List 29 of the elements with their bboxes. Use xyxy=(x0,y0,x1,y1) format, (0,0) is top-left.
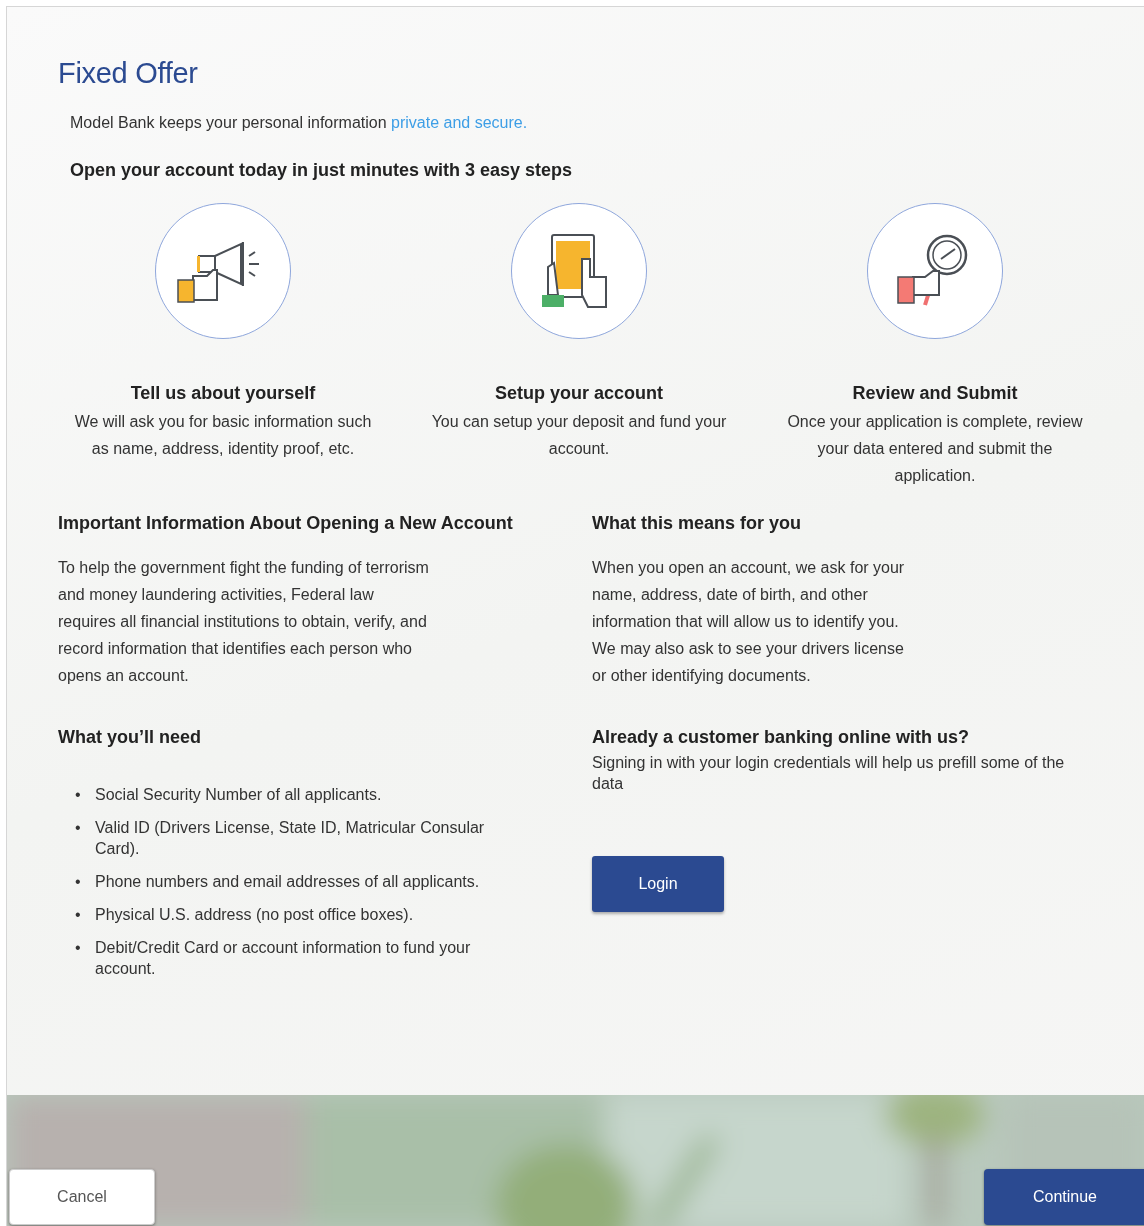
bullet-marker: • xyxy=(75,872,82,892)
requirement-item: Physical U.S. address (no post office boxes). xyxy=(95,905,415,925)
continue-button[interactable]: Continue xyxy=(984,1169,1144,1225)
step-description: We will ask you for basic information such as name, address, identity proof, etc. xyxy=(73,412,373,459)
steps-heading: Open your account today in just minutes with 3 easy steps xyxy=(70,160,574,181)
requirement-item: Phone numbers and email addresses of all applicants. xyxy=(95,872,481,892)
step-description: You can setup your deposit and fund your account. xyxy=(430,412,728,459)
section-heading: Important Information About Opening a New Account xyxy=(58,513,514,534)
step-title: Review and Submit xyxy=(852,383,1018,404)
bullet-marker: • xyxy=(75,785,82,805)
step-description: Once your application is complete, review your data entered and submit the application. xyxy=(786,412,1084,486)
section-heading: Already a customer banking online with us? xyxy=(592,727,971,748)
requirement-item: Debit/Credit Card or account information to fund your account. xyxy=(95,938,472,979)
login-button[interactable]: Login xyxy=(592,856,724,912)
section-text: When you open an account, we ask for your name, address, date of birth, and other information that will allow us to identify you. We may also ask to see your drivers license or other identifying documents. xyxy=(592,558,906,686)
cancel-button[interactable]: Cancel xyxy=(9,1169,155,1225)
requirement-item: Social Security Number of all applicants. xyxy=(95,785,383,805)
step-title: Tell us about yourself xyxy=(130,383,316,404)
section-heading: What this means for you xyxy=(592,513,803,534)
privacy-text: Model Bank keeps your personal information private and secure. xyxy=(70,114,529,132)
bullet-marker: • xyxy=(75,938,82,958)
section-heading: What you’ll need xyxy=(58,727,202,748)
bullet-marker: • xyxy=(75,818,82,838)
requirement-item: Valid ID (Drivers License, State ID, Matricular Consular Card). xyxy=(95,818,486,859)
page-title: Fixed Offer xyxy=(58,57,199,90)
step-title: Setup your account xyxy=(495,383,663,404)
section-text: To help the government fight the funding of terrorism and money laundering activities, Federal law requires all financial institutions to obtain, verify, and record information that identifies each person who opens an account. xyxy=(58,558,430,686)
section-text: Signing in with your login credentials will help us prefill some of the data xyxy=(592,753,1066,794)
bullet-marker: • xyxy=(75,905,82,925)
